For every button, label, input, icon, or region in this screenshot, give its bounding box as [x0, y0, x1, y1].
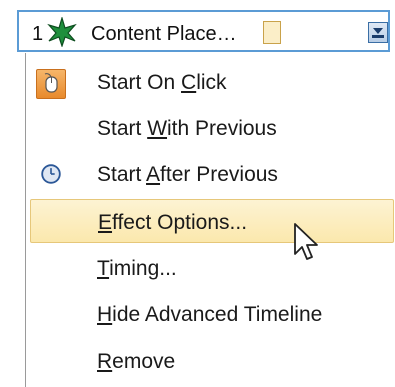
entrance-star-icon: [47, 17, 77, 47]
animation-pane: 1 Content Place… Start On Click Start Wi…: [0, 0, 395, 387]
menu-item-start-after-previous[interactable]: Start After Previous: [26, 151, 395, 197]
menu-item-label: Timing...: [97, 257, 177, 280]
menu-item-label: Effect Options...: [98, 211, 248, 234]
mouse-icon: [36, 69, 66, 99]
animation-order-number: 1: [32, 23, 44, 45]
timeline-bar: [263, 21, 281, 44]
chevron-down-icon: [372, 28, 384, 38]
clock-icon: [41, 164, 61, 184]
menu-item-label: Remove: [97, 350, 176, 373]
animation-context-menu: Start On Click Start With Previous Start…: [25, 53, 395, 387]
menu-item-timing[interactable]: Timing...: [26, 245, 395, 291]
menu-item-hide-advanced-timeline[interactable]: Hide Advanced Timeline: [26, 291, 395, 337]
menu-item-label: Start After Previous: [97, 163, 278, 186]
mouse-pointer-icon: [294, 223, 318, 260]
menu-item-label: Start With Previous: [97, 117, 277, 140]
animation-item-row[interactable]: 1 Content Place…: [17, 10, 390, 52]
menu-item-start-on-click[interactable]: Start On Click: [26, 59, 395, 105]
menu-item-remove[interactable]: Remove: [26, 338, 395, 384]
menu-item-label: Start On Click: [97, 71, 227, 94]
item-dropdown-button[interactable]: [368, 22, 388, 43]
menu-item-effect-options[interactable]: Effect Options...: [30, 199, 394, 243]
menu-item-label: Hide Advanced Timeline: [97, 303, 323, 326]
animation-item-label: Content Place…: [91, 23, 237, 45]
menu-item-start-with-previous[interactable]: Start With Previous: [26, 105, 395, 151]
